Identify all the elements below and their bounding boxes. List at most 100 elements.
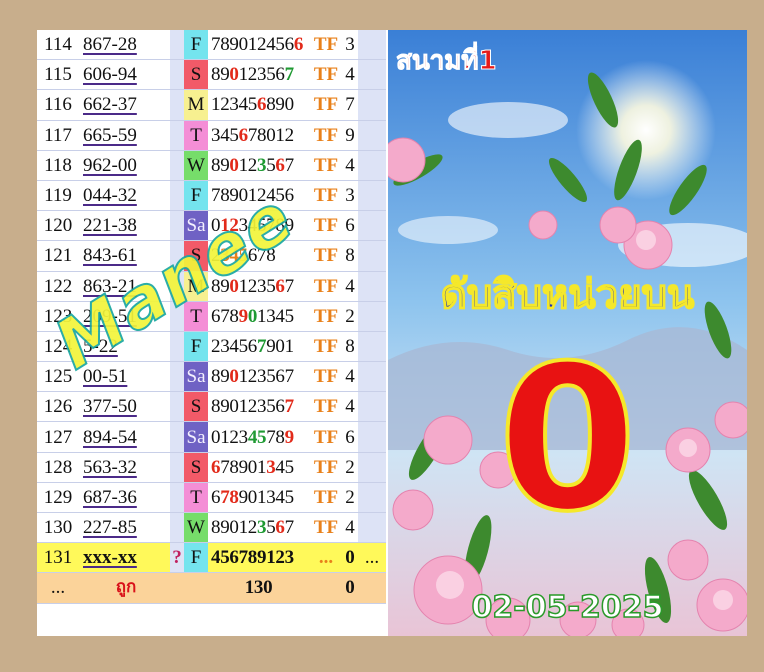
- digit-sequence: 345678012: [208, 120, 310, 151]
- digit-segment: 890: [266, 94, 294, 116]
- digit-sequence: 234567901: [208, 331, 310, 363]
- prediction-row: 131 xxx-xx? F 456789123... 0...: [37, 542, 386, 574]
- tf-label: TF: [310, 180, 342, 212]
- spacer-cell: [170, 120, 184, 151]
- table-row: 119 044-32 F 789012456 TF 3: [37, 180, 386, 212]
- table-row: 117 665-59 T 345678012 TF 9: [37, 120, 386, 151]
- digit-sequence: 7890124566: [208, 30, 310, 61]
- result-digit: 4: [342, 391, 358, 423]
- day-badge: Sa: [184, 361, 208, 393]
- digit-segment: 12356: [238, 64, 285, 86]
- cloud: [448, 102, 568, 138]
- table-row: 118 962-00 W 890123567 TF 4: [37, 150, 386, 181]
- tf-label: TF: [310, 512, 342, 544]
- result-digit: 4: [342, 361, 358, 393]
- row-number: 119: [37, 180, 79, 212]
- row-number: 122: [37, 271, 79, 302]
- tf-label: TF: [310, 89, 342, 121]
- question-mark: ?: [170, 542, 184, 574]
- cloud: [398, 216, 498, 244]
- field-label: สนามที่1: [396, 46, 498, 77]
- digit-sequence: 890123567: [208, 391, 310, 423]
- pad-cell: [358, 452, 386, 483]
- digit-segment: 45: [275, 456, 294, 478]
- prediction-poster: สนามที่1 ดับสิบหน่วยบน 0 02-05-2025: [388, 30, 747, 636]
- digit-segment: 0: [247, 305, 258, 327]
- row-number: 130: [37, 512, 79, 544]
- digit-segment: 9: [238, 305, 249, 327]
- table-row: 128 563-32 S 678901345 TF 2: [37, 452, 386, 483]
- digit-segment: 45: [247, 426, 267, 448]
- digit-segment: 8: [229, 486, 239, 508]
- result-digit: 7: [342, 89, 358, 121]
- row-number: 128: [37, 452, 79, 483]
- day-badge: S: [184, 452, 208, 483]
- digit-segment: 89: [211, 366, 230, 388]
- pad-cell: [358, 301, 386, 332]
- pad-cell: [358, 512, 386, 544]
- result-digit: 3: [342, 180, 358, 212]
- spacer-cell: [170, 572, 184, 604]
- digit-segment: 6: [211, 486, 221, 508]
- digit-segment: 0: [229, 64, 239, 86]
- digit-segment: 78: [266, 426, 285, 448]
- digit-segment: 6: [211, 456, 221, 478]
- day-badge: Sa: [184, 421, 208, 453]
- result-code: 894-54: [79, 421, 170, 453]
- digit-segment: 7: [284, 154, 295, 176]
- summary-label: ถูก: [79, 572, 170, 604]
- digit-segment: 789012456: [211, 34, 294, 56]
- digit-segment: 901345: [238, 486, 295, 508]
- result-code: 687-36: [79, 482, 170, 514]
- result-code: 662-37: [79, 89, 170, 121]
- pad-cell: [358, 89, 386, 121]
- result-code-text: 377-50: [83, 396, 137, 418]
- day-badge: S: [184, 391, 208, 423]
- digit-sequence: 678901345: [208, 452, 310, 483]
- tf-label: TF: [310, 240, 342, 272]
- digit-segment: 89: [211, 64, 230, 86]
- digit-segment: 78901: [220, 456, 267, 478]
- digit-segment: 89012356: [211, 396, 285, 418]
- pad-cell: [358, 271, 386, 302]
- result-digit: 2: [342, 301, 358, 332]
- extra-cell: ...: [358, 542, 386, 574]
- summary-row: ... ถูก 130 0: [37, 572, 386, 604]
- pad-cell: [358, 482, 386, 514]
- digit-segment: 23456: [211, 335, 258, 357]
- result-code: 044-32: [79, 180, 170, 212]
- digit-segment: 7: [284, 396, 295, 418]
- day-badge: T: [184, 482, 208, 514]
- digit-segment: 7: [284, 517, 295, 539]
- poster-headline: ดับสิบหน่วยบน: [440, 271, 695, 319]
- result-code-text: 894-54: [83, 426, 137, 448]
- result-code-text: 687-36: [83, 486, 137, 508]
- result-digit: 9: [342, 120, 358, 151]
- digit-segment: 01: [275, 335, 294, 357]
- result-code-text: 563-32: [83, 456, 137, 478]
- digit-sequence: 678901345: [208, 482, 310, 514]
- summary-count: 130: [208, 572, 310, 604]
- digit-segment: 7: [284, 64, 295, 86]
- row-number: 120: [37, 210, 79, 242]
- digit-segment: 6: [275, 154, 285, 176]
- spacer-cell: [170, 30, 184, 61]
- digit-segment: 12: [238, 154, 258, 176]
- day-badge: F: [184, 542, 208, 574]
- digit-segment: 0: [229, 366, 239, 388]
- digit-segment: 0123: [211, 426, 248, 448]
- result-digit: 6: [342, 210, 358, 242]
- spacer-cell: [170, 180, 184, 212]
- tf-label: TF: [310, 421, 342, 453]
- result-code: 227-85: [79, 512, 170, 544]
- day-badge: W: [184, 512, 208, 544]
- result-digit: 4: [342, 271, 358, 302]
- tf-label: TF: [310, 361, 342, 393]
- digit-segment: 6: [257, 94, 267, 116]
- digit-segment: 3: [257, 275, 267, 297]
- day-badge: M: [184, 89, 208, 121]
- result-code-text: 221-38: [83, 215, 137, 237]
- digit-segment: 12345: [211, 94, 258, 116]
- result-digit: 4: [342, 512, 358, 544]
- result-digit: 0: [342, 542, 358, 574]
